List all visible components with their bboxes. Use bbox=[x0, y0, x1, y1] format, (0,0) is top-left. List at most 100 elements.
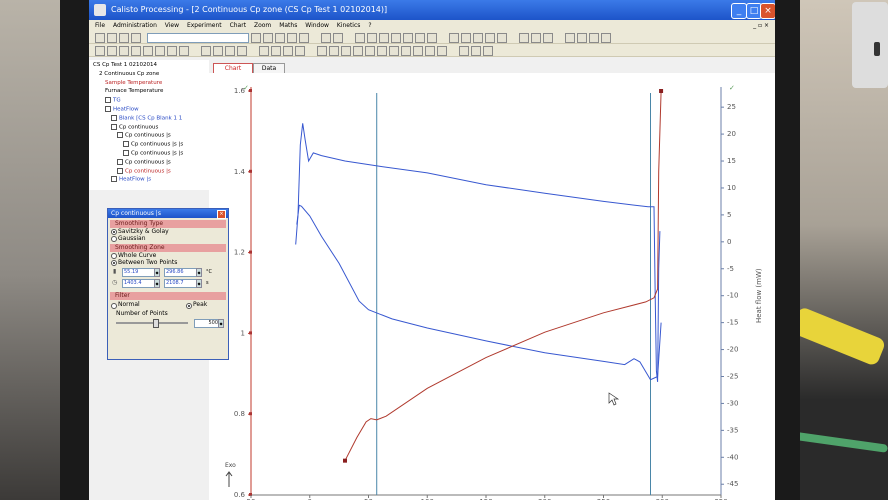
erase-icon[interactable] bbox=[415, 33, 425, 43]
temp-to-field[interactable]: 296.86 bbox=[164, 268, 197, 277]
tool-icon-13[interactable] bbox=[259, 46, 269, 56]
copy-icon[interactable] bbox=[131, 33, 141, 43]
tree-node[interactable]: Blank [CS Cp Blank 1 1 bbox=[111, 114, 182, 121]
tool-icon-17[interactable] bbox=[317, 46, 327, 56]
tool-icon-15[interactable] bbox=[283, 46, 293, 56]
menu-window[interactable]: Window bbox=[305, 22, 329, 29]
tree-checkbox[interactable] bbox=[117, 167, 123, 174]
tool-icon-12[interactable] bbox=[237, 46, 247, 56]
tool-icon-7[interactable] bbox=[167, 46, 177, 56]
cursor-icon[interactable] bbox=[497, 33, 507, 43]
tool-icon-18[interactable] bbox=[329, 46, 339, 56]
time-from-spinner[interactable]: ◆ bbox=[154, 279, 160, 288]
radio-peak[interactable] bbox=[186, 303, 192, 309]
list-icon[interactable] bbox=[367, 33, 377, 43]
text-icon[interactable] bbox=[577, 33, 587, 43]
radio-between-two-points[interactable] bbox=[111, 260, 117, 266]
close-button[interactable]: × bbox=[760, 3, 775, 19]
menu-administration[interactable]: Administration bbox=[113, 22, 157, 29]
zoom-out-icon[interactable] bbox=[461, 33, 471, 43]
tool-icon-29[interactable] bbox=[471, 46, 481, 56]
tree-node[interactable]: HeatFlow bbox=[105, 106, 139, 113]
tree-checkbox[interactable] bbox=[105, 106, 111, 112]
time-to-spinner[interactable]: ◆ bbox=[196, 279, 202, 288]
zoom-in-icon[interactable] bbox=[449, 33, 459, 43]
axis-icon[interactable] bbox=[519, 33, 529, 43]
table-icon[interactable] bbox=[263, 33, 273, 43]
option-between-two-points[interactable]: Between Two Points bbox=[108, 259, 228, 266]
zoom-reset-icon[interactable] bbox=[485, 33, 495, 43]
tool-icon-30[interactable] bbox=[483, 46, 493, 56]
tab-data[interactable]: Data bbox=[253, 63, 285, 73]
tree-checkbox[interactable] bbox=[105, 97, 111, 104]
tool-icon-16[interactable] bbox=[295, 46, 305, 56]
legend-icon[interactable] bbox=[531, 33, 541, 43]
dialog-close-button[interactable]: × bbox=[217, 210, 226, 219]
tree-node[interactable]: CS Cp Test 1 02102014 bbox=[93, 62, 157, 68]
tree-node[interactable]: Cp continuous |s |s bbox=[123, 141, 183, 148]
tree-checkbox[interactable] bbox=[111, 114, 117, 121]
points-field[interactable]: 500 bbox=[194, 319, 219, 328]
tree-node[interactable]: Furnace Temperature bbox=[105, 88, 163, 94]
tab-chart[interactable]: Chart bbox=[213, 63, 253, 73]
menu-view[interactable]: View bbox=[165, 22, 179, 29]
tree-node[interactable]: TG bbox=[105, 97, 121, 104]
tool-icon-24[interactable] bbox=[401, 46, 411, 56]
mdi-window-controls[interactable]: _ ▫ × bbox=[753, 20, 769, 31]
temp-to-spinner[interactable]: ◆ bbox=[196, 268, 202, 277]
option-gaussian[interactable]: Gaussian bbox=[108, 235, 228, 242]
points-slider[interactable] bbox=[116, 319, 188, 328]
minimize-button[interactable]: _ bbox=[731, 3, 747, 19]
option-savitzky-golay[interactable]: Savitzky & Golay bbox=[108, 228, 228, 235]
tool-icon-9[interactable] bbox=[201, 46, 211, 56]
baseline-icon[interactable] bbox=[379, 33, 389, 43]
menu-experiment[interactable]: Experiment bbox=[187, 22, 222, 29]
tool-icon-27[interactable] bbox=[437, 46, 447, 56]
marker-icon[interactable] bbox=[543, 33, 553, 43]
menu-help[interactable]: ? bbox=[368, 22, 371, 29]
tool-icon-4[interactable] bbox=[131, 46, 141, 56]
measure-icon[interactable] bbox=[565, 33, 575, 43]
tree-checkbox[interactable] bbox=[111, 176, 117, 183]
export-icon[interactable] bbox=[275, 33, 285, 43]
tree-node[interactable]: Cp continuous |s |s bbox=[123, 150, 183, 157]
tree-node[interactable]: HeatFlow |s bbox=[111, 176, 151, 183]
delete-icon[interactable] bbox=[333, 33, 343, 43]
radio-gaussian[interactable] bbox=[111, 236, 117, 242]
curve-icon[interactable] bbox=[355, 33, 365, 43]
tool-icon-1[interactable] bbox=[95, 46, 105, 56]
chart-svg[interactable]: ✓ ✓1.61.41.210.80.62520151050-5-10-15-20-… bbox=[209, 73, 775, 500]
tree-checkbox[interactable] bbox=[123, 141, 129, 148]
tool-icon-20[interactable] bbox=[353, 46, 363, 56]
tool-icon-2[interactable] bbox=[107, 46, 117, 56]
print-icon[interactable] bbox=[119, 33, 129, 43]
tool-icon-23[interactable] bbox=[389, 46, 399, 56]
mark-icon[interactable] bbox=[427, 33, 437, 43]
menu-maths[interactable]: Maths bbox=[279, 22, 297, 29]
image-icon[interactable] bbox=[287, 33, 297, 43]
menu-zoom[interactable]: Zoom bbox=[254, 22, 271, 29]
tree-node[interactable]: Cp continuous bbox=[111, 123, 158, 130]
temp-from-spinner[interactable]: ◆ bbox=[154, 268, 160, 277]
tool-icon-11[interactable] bbox=[225, 46, 235, 56]
tree-node[interactable]: Cp continuous |s bbox=[117, 158, 171, 165]
tool-icon-19[interactable] bbox=[341, 46, 351, 56]
menu-kinetics[interactable]: Kinetics bbox=[337, 22, 361, 29]
tool-icon-5[interactable] bbox=[143, 46, 153, 56]
points-spinner[interactable]: ◆ bbox=[218, 319, 224, 328]
cut-icon[interactable] bbox=[321, 33, 331, 43]
menu-file[interactable]: File bbox=[95, 22, 105, 29]
save-icon[interactable] bbox=[107, 33, 117, 43]
tool-icon-6[interactable] bbox=[155, 46, 165, 56]
zoom-area-icon[interactable] bbox=[473, 33, 483, 43]
experiment-combo[interactable] bbox=[147, 33, 249, 43]
tree-node[interactable]: Sample Temperature bbox=[105, 80, 162, 86]
tool-icon-21[interactable] bbox=[365, 46, 375, 56]
points-slider-thumb[interactable] bbox=[153, 319, 160, 328]
open-icon[interactable] bbox=[95, 33, 105, 43]
chart-area[interactable]: ✓ ✓ 1.6 1.4 1.2 1 0.8 0.6 25 20 15 10 5 0 -5 -10 -15 -20-… bbox=[209, 73, 775, 500]
menu-chart[interactable]: Chart bbox=[230, 22, 247, 29]
radio-normal[interactable] bbox=[111, 303, 117, 309]
tree-checkbox[interactable] bbox=[123, 150, 129, 156]
option-whole-curve[interactable]: Whole Curve bbox=[108, 252, 228, 259]
